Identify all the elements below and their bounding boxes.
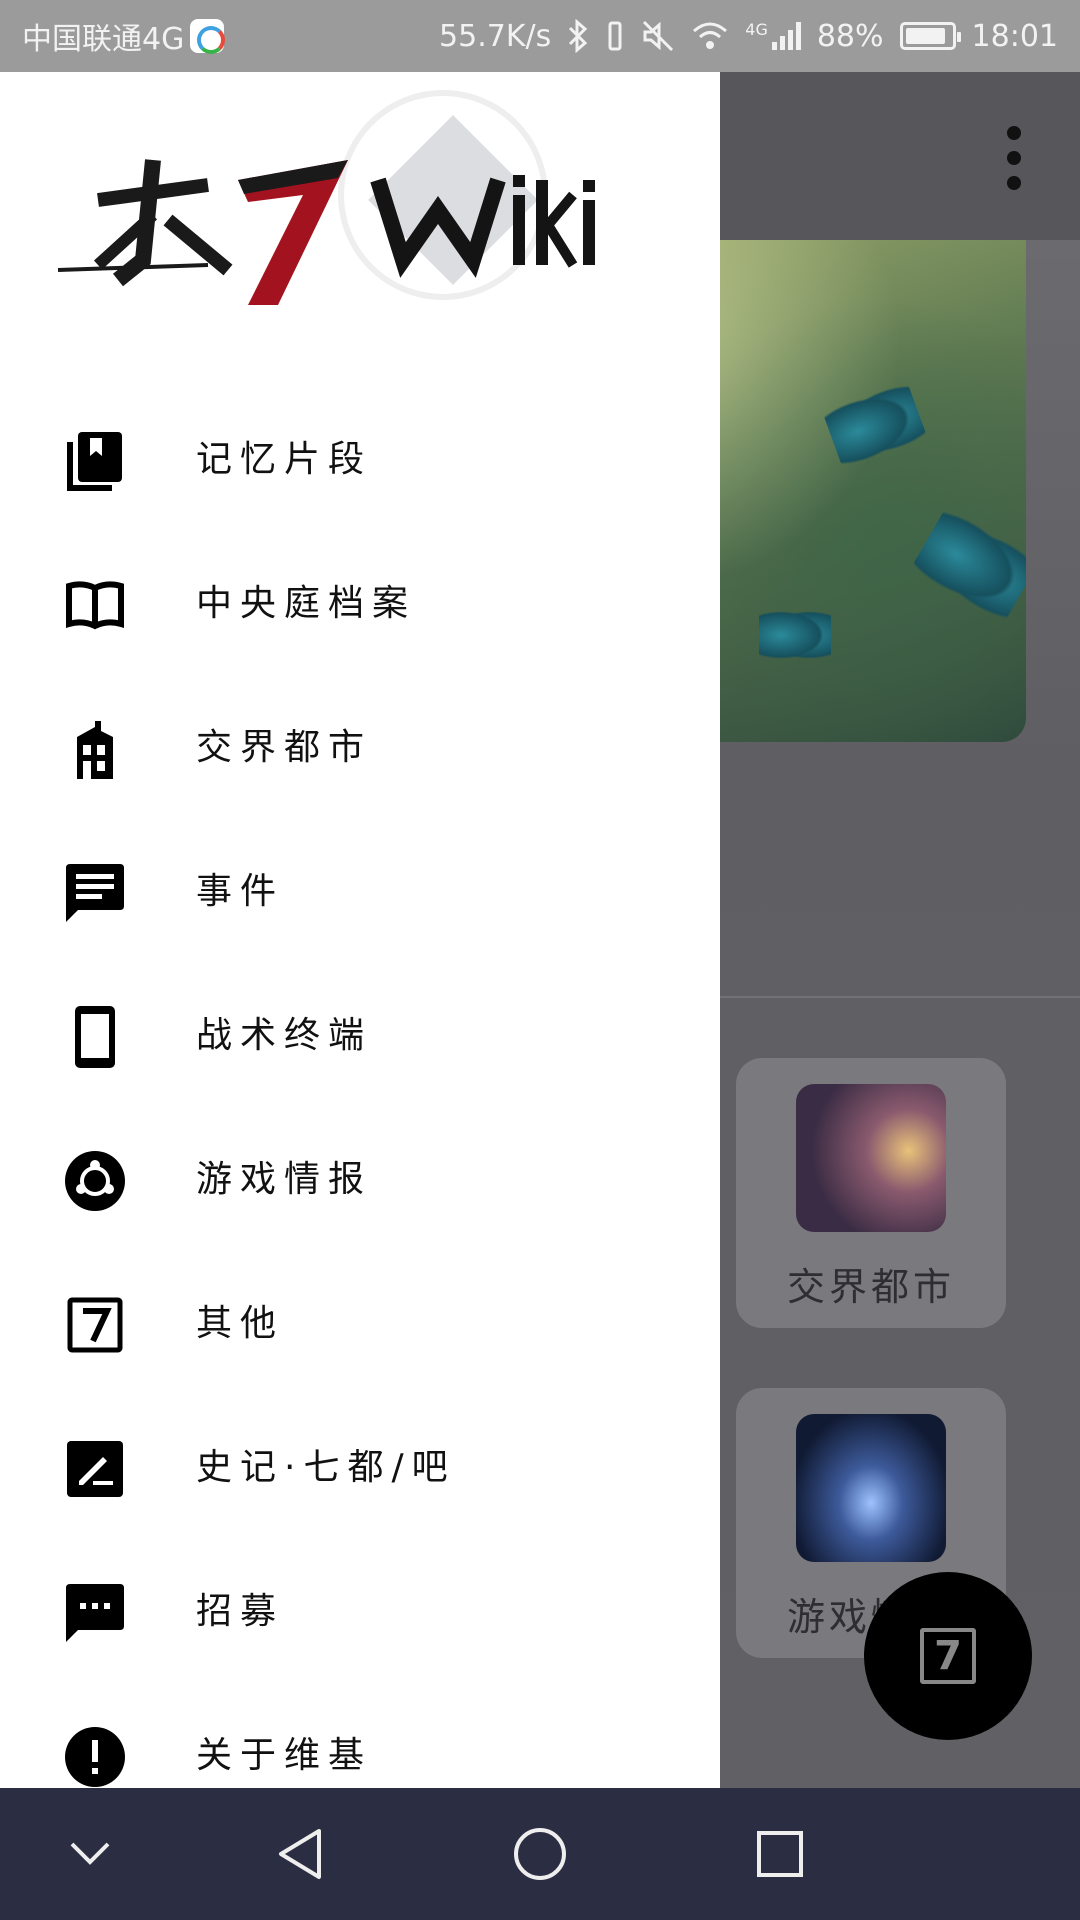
drawer-header (0, 72, 720, 352)
system-nav-bar (0, 1788, 1080, 1920)
chat-dots-icon (64, 1582, 126, 1644)
menu-item-label: 招募 (196, 1591, 285, 1632)
edit-box-icon (64, 1438, 126, 1500)
floating-action-button[interactable]: 7 (864, 1572, 1032, 1740)
card-thumbnail (796, 1084, 946, 1232)
app-logo (58, 80, 638, 330)
menu-item-label: 战术终端 (196, 1015, 373, 1056)
menu-item-label: 记忆片段 (196, 439, 373, 480)
status-right: 55.7K/s 4G 88% 18:01 (439, 19, 1058, 54)
menu-item-about-wiki[interactable]: 关于维基 (0, 1684, 720, 1788)
menu-item-recruitment[interactable]: 招募 (0, 1540, 720, 1684)
category-card[interactable]: 交界都市 (736, 1058, 1006, 1328)
menu-item-label: 事件 (196, 871, 285, 912)
navigation-drawer: 记忆片段 中央庭档案 交界都市 事件 战术终端 游戏情报 其他 史记·七都/吧 … (0, 72, 720, 1788)
menu-item-events[interactable]: 事件 (0, 820, 720, 964)
bluetooth-icon (569, 19, 588, 53)
seven-box-icon (64, 1294, 126, 1356)
menu-item-label: 史记·七都/吧 (196, 1447, 456, 1488)
recents-button[interactable] (744, 1818, 816, 1890)
menu-item-label: 中央庭档案 (196, 583, 417, 624)
vibrate-icon (608, 21, 622, 51)
tablet-icon (64, 1006, 126, 1068)
status-bar: 中国联通4G 55.7K/s 4G 88% 18:01 (0, 0, 1080, 72)
card-thumbnail (796, 1414, 946, 1562)
signal-icon (771, 22, 801, 50)
menu-item-label: 游戏情报 (196, 1159, 373, 1200)
network-speed: 55.7K/s (439, 18, 552, 54)
menu-item-history-forum[interactable]: 史记·七都/吧 (0, 1396, 720, 1540)
menu-item-central-archives[interactable]: 中央庭档案 (0, 532, 720, 676)
menu-item-label: 其他 (196, 1303, 285, 1344)
butterfly-image (907, 501, 1026, 629)
drawer-menu: 记忆片段 中央庭档案 交界都市 事件 战术终端 游戏情报 其他 史记·七都/吧 … (0, 388, 720, 1788)
menu-item-junction-city[interactable]: 交界都市 (0, 676, 720, 820)
back-triangle-icon (279, 1829, 321, 1879)
mute-icon (643, 20, 674, 52)
alert-circle-icon (64, 1726, 126, 1788)
home-button[interactable] (504, 1818, 576, 1890)
recents-square-icon (757, 1831, 803, 1877)
menu-item-label: 关于维基 (196, 1735, 373, 1776)
status-left: 中国联通4G (22, 14, 226, 58)
chevron-down-icon (70, 1842, 110, 1865)
battery-icon (899, 22, 961, 50)
menu-item-game-intel[interactable]: 游戏情报 (0, 1108, 720, 1252)
menu-item-memory-fragments[interactable]: 记忆片段 (0, 388, 720, 532)
butterfly-image (820, 376, 930, 474)
menu-item-other[interactable]: 其他 (0, 1252, 720, 1396)
logo-wordmark (58, 159, 595, 305)
menu-item-tactical-terminal[interactable]: 战术终端 (0, 964, 720, 1108)
back-button[interactable] (264, 1818, 336, 1890)
network-type-label: 4G (745, 19, 768, 39)
divider (720, 996, 1080, 998)
clock: 18:01 (971, 18, 1058, 54)
carrier-label: 中国联通4G (22, 22, 185, 57)
app-notification-icon (190, 19, 226, 54)
message-lines-icon (64, 862, 126, 924)
building-icon (64, 718, 126, 780)
home-circle-icon (514, 1828, 566, 1880)
battery-percent: 88% (816, 18, 884, 54)
butterfly-image (759, 607, 831, 663)
more-options-icon[interactable] (1002, 126, 1026, 190)
bookmarks-icon (64, 430, 126, 492)
ubuntu-circle-icon (64, 1150, 126, 1212)
card-label: 交界都市 (786, 1265, 955, 1309)
menu-item-label: 交界都市 (196, 727, 373, 768)
wifi-icon (693, 22, 728, 49)
seven-box-icon: 7 (920, 1628, 976, 1684)
open-book-icon (64, 574, 126, 636)
hide-nav-button[interactable] (54, 1818, 126, 1890)
